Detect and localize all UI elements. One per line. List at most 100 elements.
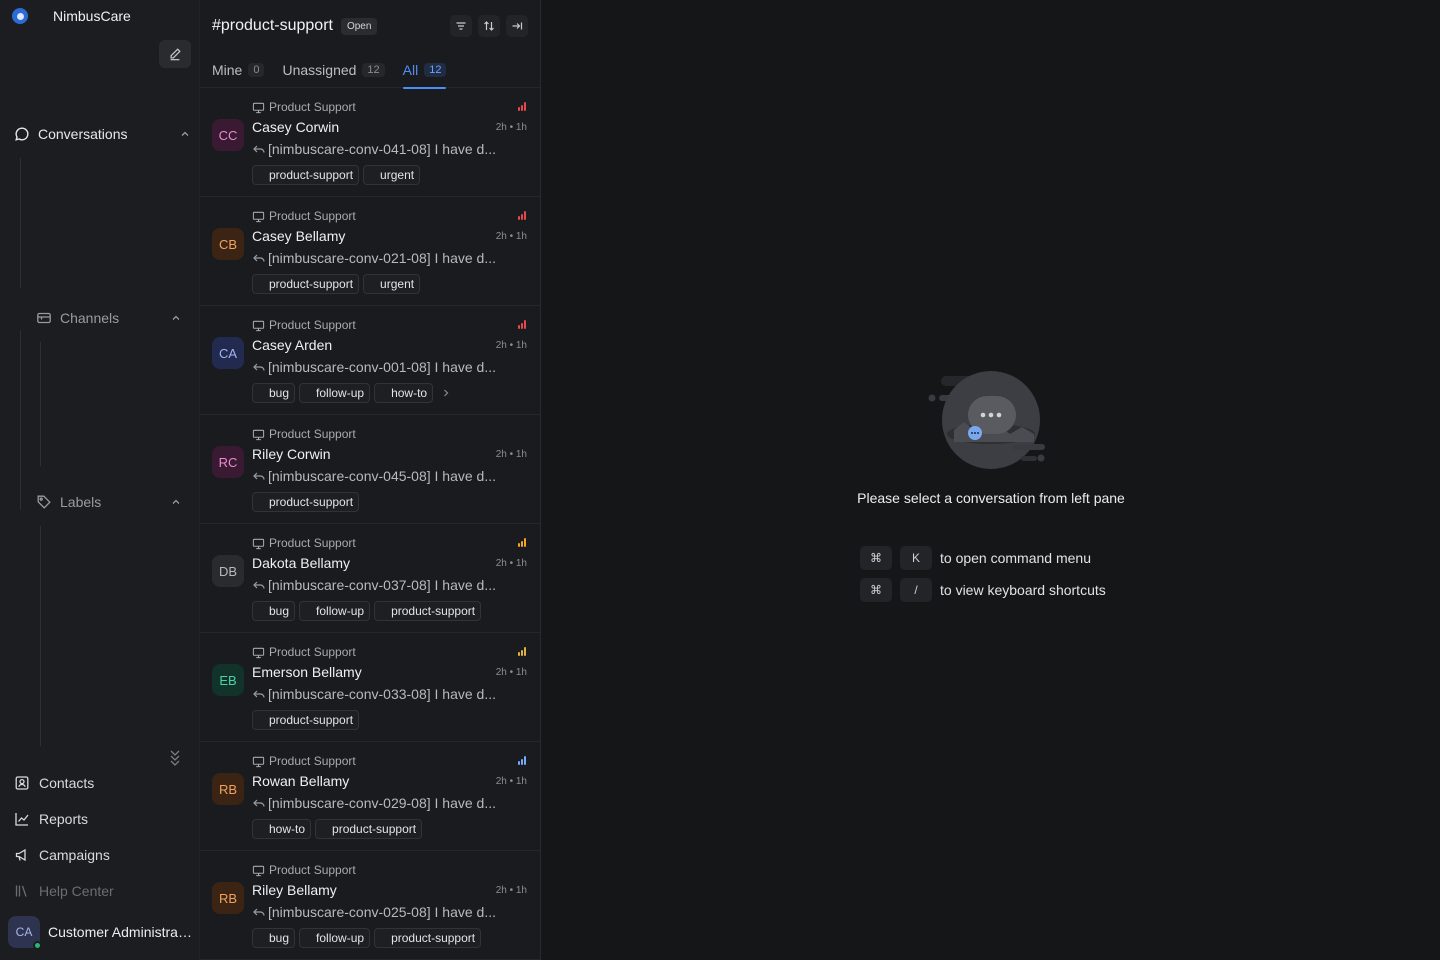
reply-icon [253,581,265,589]
label-list: bug follow-up how-to [252,383,451,403]
nav-labels[interactable]: Labels [36,494,181,510]
tree-line [20,158,21,288]
message-text: [nimbuscare-conv-037-08] I have d... [268,577,497,593]
label-chip[interactable]: follow-up [299,928,371,948]
avatar-initials: CA [15,925,33,939]
last-message-preview: [nimbuscare-conv-045-08] I have d... [252,468,496,484]
label-chip[interactable]: product-support [374,601,482,621]
label-chip[interactable]: product-support [252,165,360,185]
key-cmd: ⌘ [860,546,892,570]
label-chip[interactable]: bug [252,928,296,948]
page-title: #product-support [212,17,333,34]
collapse-pane-button[interactable] [506,15,528,37]
nav-reports[interactable]: Reports [14,811,88,827]
inbox-name: Product Support [252,645,356,659]
inbox-name: Product Support [252,536,356,550]
conversation-item[interactable]: EB Product Support Emerson Bellamy 2h • 1h [… [200,633,540,742]
contact-name: Emerson Bellamy [252,664,362,680]
brand[interactable]: NimbusCare [12,8,131,24]
label-chip[interactable]: product-support [252,274,360,294]
inbox-label: Product Support [269,318,356,332]
label-list: product-support urgent [252,274,421,294]
conversation-item[interactable]: RB Product Support Rowan Bellamy 2h • 1h [ni… [200,742,540,851]
tab-label: Mine [212,62,243,78]
label-chip[interactable]: bug [252,383,296,403]
conversation-detail-empty: Please select a conversation from left p… [541,0,1440,960]
label-chip[interactable]: product-support [374,928,482,948]
nav-conversations[interactable]: Conversations [14,126,190,142]
chevron-up-icon[interactable] [180,129,190,139]
label-chip[interactable]: urgent [363,165,421,185]
reply-icon [253,799,265,807]
chevron-up-icon[interactable] [171,497,181,507]
conversation-item[interactable]: CA Product Support Casey Arden 2h • 1h [nimb… [200,306,540,415]
tab-all[interactable]: All 12 [402,52,447,89]
nav-help-center[interactable]: Help Center [14,883,114,899]
inbox-label: Product Support [269,536,356,550]
empty-state-message: Please select a conversation from left p… [857,490,1125,506]
tree-line [20,330,21,510]
reply-icon [253,690,265,698]
sort-button[interactable] [478,15,500,37]
sort-icon [484,21,494,31]
campaigns-icon [15,848,26,862]
contact-name: Rowan Bellamy [252,773,350,789]
nav-channels[interactable]: Channels [36,310,181,326]
key-k: K [900,546,932,570]
conversation-time: 2h • 1h [495,449,527,460]
chevron-right-icon[interactable] [441,388,451,398]
label-chip[interactable]: follow-up [299,601,371,621]
tab-mine[interactable]: Mine 0 [212,52,265,88]
label-chip[interactable]: how-to [374,383,434,403]
nav-labels-label: Labels [60,494,102,510]
tab-label: All [402,62,419,78]
contact-name: Riley Bellamy [252,882,337,898]
nav-contacts[interactable]: Contacts [14,775,94,791]
message-text: [nimbuscare-conv-041-08] I have d... [268,141,497,157]
label-chip[interactable]: bug [252,601,296,621]
label-list: bug follow-up product-support [252,928,482,948]
tab-unassigned[interactable]: Unassigned 12 [282,52,385,88]
inbox-name: Product Support [252,318,356,332]
nav-conversations-label: Conversations [38,126,128,142]
tab-label: Unassigned [282,62,357,78]
compose-button[interactable] [159,40,191,68]
key-slash: / [900,578,932,602]
conversation-item[interactable]: CB Product Support Casey Bellamy 2h • 1h [ni… [200,197,540,306]
conversation-time: 2h • 1h [495,122,527,133]
last-message-preview: [nimbuscare-conv-001-08] I have d... [252,359,496,375]
conversation-item[interactable]: DB Product Support Dakota Bellamy 2h • 1h [n… [200,524,540,633]
conversation-item[interactable]: CC Product Support Casey Corwin 2h • 1h [nim… [200,88,540,197]
conversation-item[interactable]: RB Product Support Riley Bellamy 2h • 1h [ni… [200,851,540,960]
label-chip[interactable]: product-support [252,710,360,730]
label-chip[interactable]: how-to [252,819,312,839]
sidebar: NimbusCare Conversations Channels Labels [0,0,200,960]
inbox-icon [252,756,265,767]
label-list: how-to product-support [252,819,423,839]
conversation-item[interactable]: RC Product Support Riley Corwin 2h • 1h [nim… [200,415,540,524]
tag-icon [37,495,51,509]
online-status-dot [33,941,42,950]
chevron-up-icon[interactable] [171,313,181,323]
label-chip[interactable]: follow-up [299,383,371,403]
contact-name: Riley Corwin [252,446,331,462]
nav-campaigns[interactable]: Campaigns [14,847,110,863]
conversation-tabs: Mine 0 Unassigned 12 All 12 [200,52,540,89]
label-chip[interactable]: urgent [363,274,421,294]
inbox-icon [252,320,265,331]
label-list: product-support [252,492,360,512]
reply-icon [253,145,265,153]
label-chip[interactable]: product-support [315,819,423,839]
key-cmd: ⌘ [860,578,892,602]
filter-button[interactable] [450,15,472,37]
chevrons-down-icon[interactable] [168,748,182,766]
status-badge[interactable]: Open [340,17,378,35]
label-chip[interactable]: product-support [252,492,360,512]
inbox-name: Product Support [252,427,356,441]
user-profile[interactable]: CA Customer Administrator [8,916,193,950]
message-text: [nimbuscare-conv-021-08] I have d... [268,250,497,266]
tree-line [40,342,41,466]
label-list: bug follow-up product-support [252,601,482,621]
contacts-icon [15,776,29,790]
reports-icon [15,813,29,826]
